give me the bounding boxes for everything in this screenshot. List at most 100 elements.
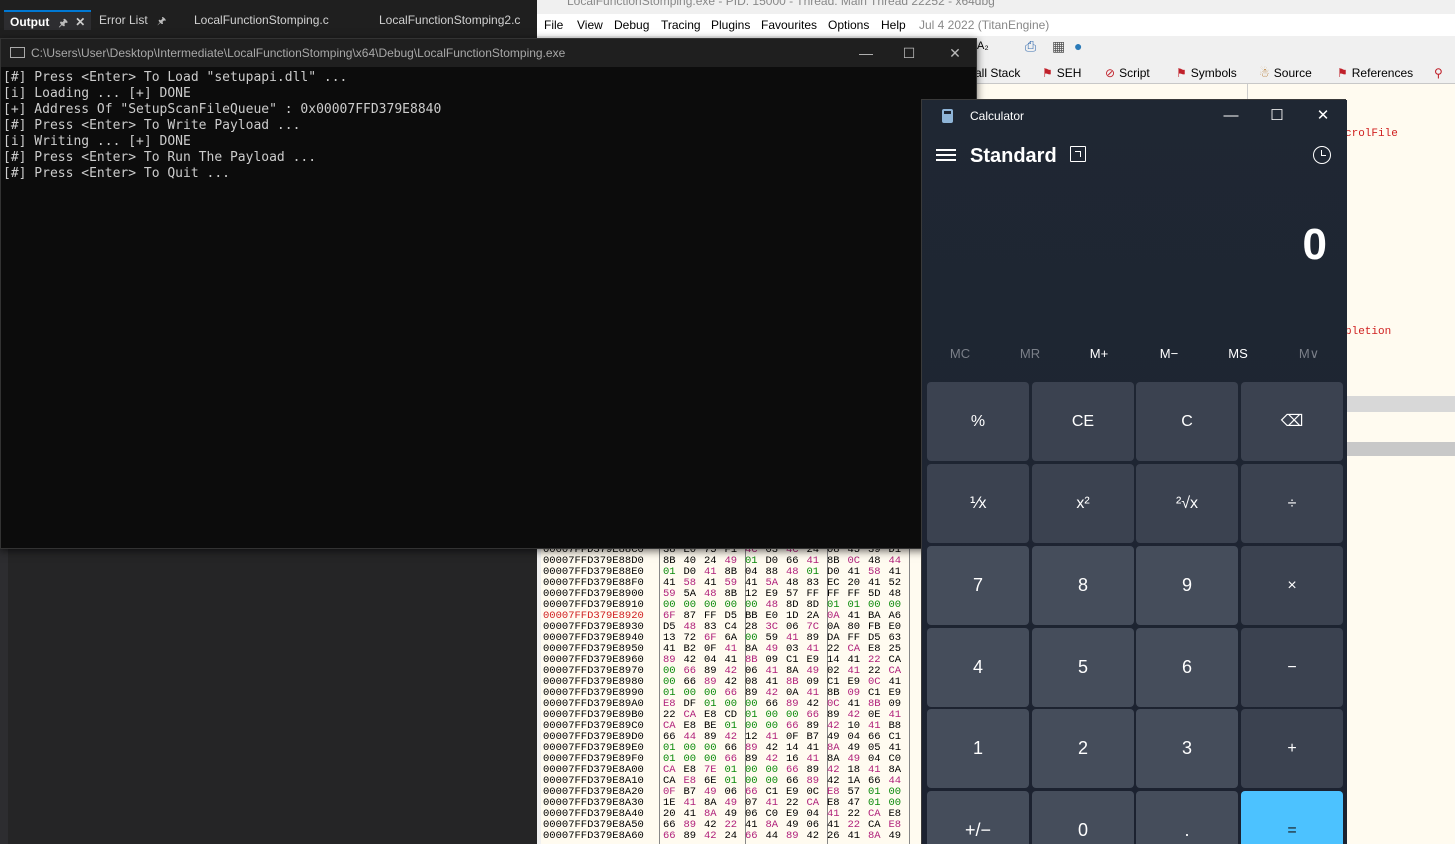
- menu-tracing[interactable]: Tracing: [661, 18, 701, 32]
- scrollbar[interactable]: [1345, 396, 1455, 412]
- digit-7-key[interactable]: 7: [927, 546, 1029, 625]
- desktop: Output 🖈 ✕ Error List 🖈 LocalFunctionSto…: [0, 0, 1455, 844]
- vs-tab-strip: Output 🖈 ✕ Error List 🖈 LocalFunctionSto…: [0, 0, 540, 38]
- seh-icon: ⚑: [1042, 66, 1053, 80]
- dump-byte: 66: [745, 830, 758, 842]
- subtract-key[interactable]: −: [1241, 628, 1343, 707]
- memory-row: MC MR M+ M− MS M∨: [922, 346, 1347, 374]
- tab-references[interactable]: ⚑ References: [1337, 66, 1413, 80]
- dump-byte: 66: [663, 830, 676, 842]
- digit-2-key[interactable]: 2: [1032, 709, 1134, 788]
- symbols-icon: ⚑: [1176, 66, 1187, 80]
- dump-byte: 24: [724, 830, 738, 842]
- history-icon[interactable]: [1313, 146, 1331, 164]
- calculator-icon[interactable]: ▦: [1052, 38, 1065, 55]
- horizontal-scrollbar[interactable]: [1345, 442, 1455, 456]
- search-icon[interactable]: ⚲: [1434, 66, 1447, 80]
- close-icon[interactable]: ✕: [945, 44, 965, 62]
- menu-debug[interactable]: Debug: [614, 18, 649, 32]
- tab-source[interactable]: ☃ Source: [1259, 66, 1312, 80]
- calculator-header: Standard: [922, 138, 1347, 178]
- globe-icon[interactable]: ●: [1074, 38, 1082, 54]
- decimal-key[interactable]: .: [1136, 791, 1238, 844]
- keep-on-top-icon[interactable]: [1070, 146, 1086, 162]
- menu-favourites[interactable]: Favourites: [761, 18, 817, 32]
- add-key[interactable]: +: [1241, 709, 1343, 788]
- tab-seh-label: SEH: [1056, 66, 1082, 80]
- menu-file[interactable]: File: [544, 18, 563, 32]
- digit-9-key[interactable]: 9: [1136, 546, 1238, 625]
- clear-key[interactable]: C: [1136, 382, 1238, 461]
- console-titlebar[interactable]: C:\Users\User\Desktop\Intermediate\Local…: [1, 39, 976, 67]
- tab-localfunctionstomping2-c[interactable]: LocalFunctionStomping2.c: [373, 10, 526, 30]
- square-root-key[interactable]: ²√x: [1136, 464, 1238, 543]
- hex-dump-pane[interactable]: 00007FFD379E88C0 38 E0 75 F1 4C 03 4C 24 08 45 39 D1…: [541, 545, 923, 844]
- symbol-text: crolFile: [1345, 128, 1398, 140]
- minimize-icon[interactable]: —: [856, 44, 876, 62]
- memory-store-button[interactable]: MS: [1208, 346, 1268, 361]
- dump-byte: 42: [806, 830, 820, 842]
- reciprocal-key[interactable]: ⅟x: [927, 464, 1029, 543]
- document-icon[interactable]: ⎙: [1025, 38, 1036, 55]
- digit-5-key[interactable]: 5: [1032, 628, 1134, 707]
- digit-3-key[interactable]: 3: [1136, 709, 1238, 788]
- console-window[interactable]: C:\Users\User\Desktop\Intermediate\Local…: [0, 38, 977, 549]
- memory-recall-button[interactable]: MR: [1000, 346, 1060, 361]
- console-line: [i] Loading ... [+] DONE: [3, 86, 191, 101]
- dump-row[interactable]: 00007FFD379E8A60 66 89 42 24 66 44 89 42 26 41 8A 49: [541, 831, 923, 842]
- digit-4-key[interactable]: 4: [927, 628, 1029, 707]
- tab-references-label: References: [1351, 66, 1414, 80]
- memory-clear-button[interactable]: MC: [930, 346, 990, 361]
- tab-seh[interactable]: ⚑ SEH: [1042, 66, 1081, 80]
- font-size-icon[interactable]: A₂: [977, 40, 989, 52]
- tab-source-label: Source: [1273, 66, 1312, 80]
- digit-8-key[interactable]: 8: [1032, 546, 1134, 625]
- symbol-text: pletion: [1345, 326, 1392, 338]
- magnifier-icon: ⚲: [1434, 66, 1443, 80]
- dump-byte: 44: [765, 830, 779, 842]
- tab-output[interactable]: Output 🖈 ✕: [4, 10, 92, 30]
- digit-1-key[interactable]: 1: [927, 709, 1029, 788]
- negate-key[interactable]: +/−: [927, 791, 1029, 844]
- vs-editor-pane: [0, 548, 540, 844]
- dump-byte: 8A: [868, 830, 881, 842]
- digit-6-key[interactable]: 6: [1136, 628, 1238, 707]
- menu-options[interactable]: Options: [828, 18, 869, 32]
- pin-icon[interactable]: 🖈: [59, 18, 68, 29]
- dump-address: 00007FFD379E8A60: [543, 830, 644, 842]
- clear-entry-key[interactable]: CE: [1032, 382, 1134, 461]
- close-icon[interactable]: ✕: [1312, 105, 1334, 127]
- multiply-key[interactable]: ×: [1241, 546, 1343, 625]
- memory-add-button[interactable]: M+: [1069, 346, 1129, 361]
- hamburger-menu-icon[interactable]: [936, 146, 956, 166]
- tab-symbols-label: Symbols: [1190, 66, 1237, 80]
- menu-plugins[interactable]: Plugins: [711, 18, 750, 32]
- memory-list-button[interactable]: M∨: [1279, 346, 1339, 362]
- square-key[interactable]: x²: [1032, 464, 1134, 543]
- menu-help[interactable]: Help: [881, 18, 906, 32]
- tab-call-stack[interactable]: all Stack: [975, 66, 1020, 80]
- references-icon: ⚑: [1337, 66, 1348, 80]
- minimize-icon[interactable]: —: [1220, 105, 1242, 127]
- tab-script[interactable]: ⊘ Script: [1105, 66, 1150, 80]
- source-icon: ☃: [1259, 66, 1270, 80]
- calculator-titlebar[interactable]: Calculator — ☐ ✕: [922, 100, 1347, 132]
- maximize-icon[interactable]: ☐: [1266, 105, 1288, 127]
- backspace-key[interactable]: ⌫: [1241, 382, 1343, 461]
- dump-byte: 89: [786, 830, 799, 842]
- divide-key[interactable]: ÷: [1241, 464, 1343, 543]
- digit-0-key[interactable]: 0: [1032, 791, 1134, 844]
- close-icon[interactable]: ✕: [75, 15, 85, 29]
- memory-subtract-button[interactable]: M−: [1139, 346, 1199, 361]
- equals-key[interactable]: =: [1241, 791, 1343, 844]
- percent-key[interactable]: %: [927, 382, 1029, 461]
- pin-icon[interactable]: 🖈: [157, 16, 166, 27]
- tab-symbols[interactable]: ⚑ Symbols: [1176, 66, 1237, 80]
- calculator-window[interactable]: Calculator — ☐ ✕ Standard 0 MC MR M+ M− …: [921, 99, 1347, 844]
- tab-localfunctionstomping-c[interactable]: LocalFunctionStomping.c: [188, 10, 335, 30]
- calculator-app-icon: [942, 109, 953, 123]
- x64dbg-version: Jul 4 2022 (TitanEngine): [919, 18, 1050, 32]
- maximize-icon[interactable]: ☐: [899, 44, 919, 62]
- menu-view[interactable]: View: [577, 18, 603, 32]
- tab-error-list[interactable]: Error List 🖈: [93, 10, 172, 30]
